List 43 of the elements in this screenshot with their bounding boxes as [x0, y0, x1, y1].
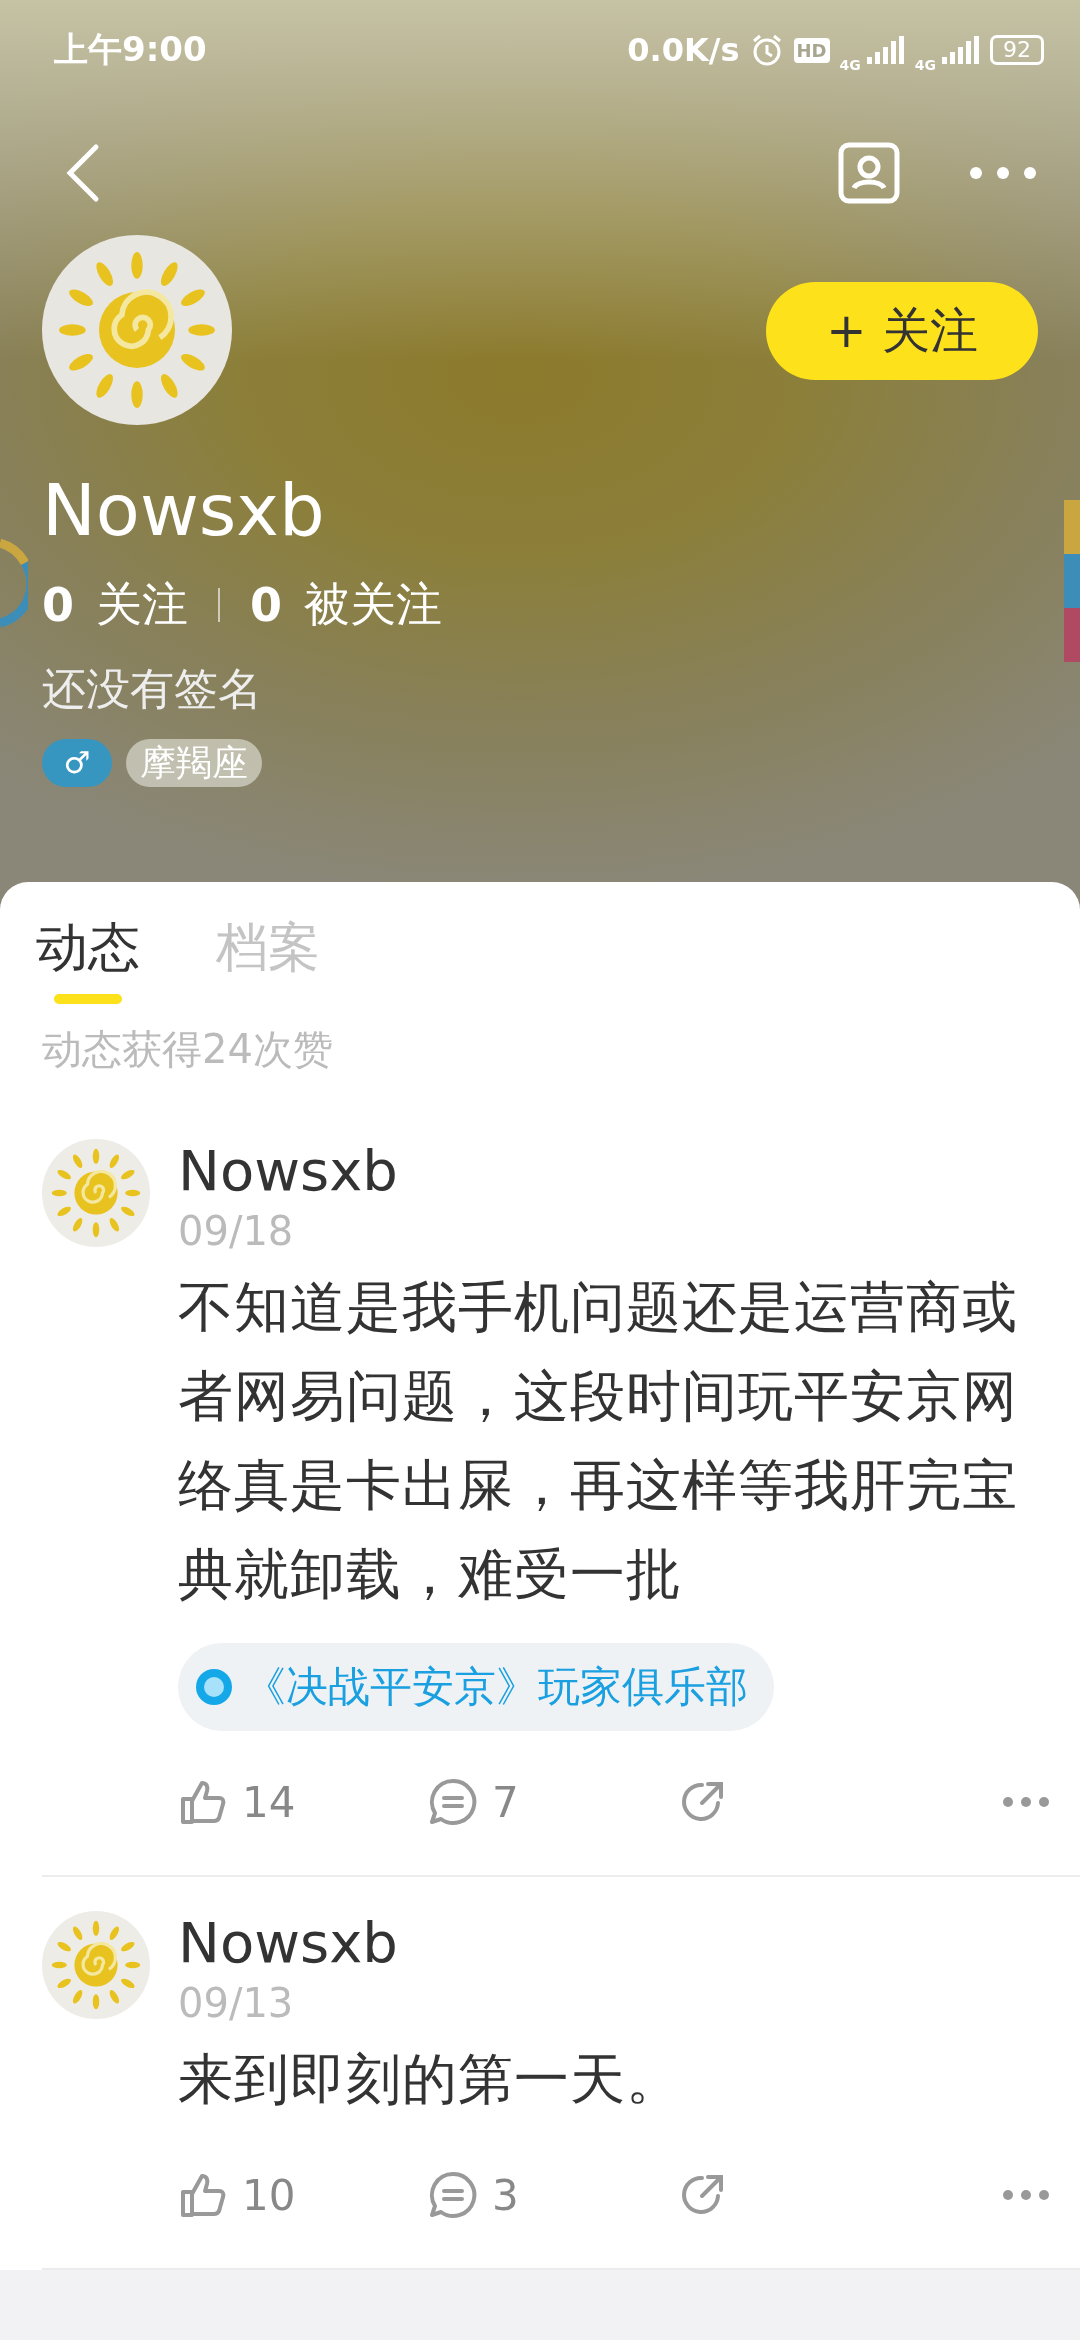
club-name: 《决战平安京》玩家俱乐部 [244, 1661, 748, 1713]
post-text: 来到即刻的第一天。 [178, 2046, 683, 2113]
avatar[interactable] [42, 1911, 150, 2019]
signal-icon [940, 35, 980, 65]
following-label[interactable]: 关注 [96, 574, 188, 636]
post-text: 不知道是我手机问题还是运营商或者网易问题，这段时间玩平安京网络真是卡出屎，再这样等我肝完宝典就卸载，难受一批 [178, 1274, 1019, 1608]
comment-icon[interactable] [428, 1777, 478, 1827]
comment-icon[interactable] [428, 2170, 478, 2220]
network-label: 4G [914, 57, 936, 73]
comment-count: 3 [492, 2170, 519, 2220]
more-icon[interactable] [1002, 1796, 1050, 1808]
status-time: 上午9:00 [54, 28, 207, 71]
more-icon[interactable] [1002, 2189, 1050, 2201]
followers-label[interactable]: 被关注 [304, 574, 443, 636]
avatar[interactable] [42, 235, 232, 425]
gender-tag: ♂ [42, 739, 112, 787]
zodiac-tag: 摩羯座 [126, 739, 262, 787]
hd-badge: HD [793, 37, 830, 63]
likes-summary: 动态获得24次赞 [41, 1025, 334, 1074]
signature: 还没有签名 [42, 662, 263, 716]
profile-name: Nowsxb [42, 467, 326, 554]
more-icon[interactable] [968, 164, 1038, 181]
club-chip[interactable]: 《决战平安京》玩家俱乐部 [178, 1643, 774, 1731]
like-count: 14 [242, 1777, 296, 1827]
following-count[interactable]: 0 [42, 578, 74, 632]
ring-icon [0, 538, 28, 628]
author-name[interactable]: Nowsxb [178, 1139, 1050, 1203]
avatar[interactable] [42, 1139, 150, 1247]
battery-indicator: 92 [990, 35, 1044, 65]
follow-button[interactable]: + 关注 [766, 282, 1038, 380]
tab[interactable]: 动态 [36, 912, 140, 1006]
followers-count[interactable]: 0 [250, 578, 283, 632]
color-strip-icon [1064, 500, 1080, 662]
author-name[interactable]: Nowsxb [178, 1911, 1050, 1975]
comment-count: 7 [492, 1777, 519, 1827]
signal-icon [864, 35, 905, 65]
post-date: 09/18 [178, 1207, 295, 1256]
post-date: 09/13 [178, 1979, 295, 2028]
profile-card-icon[interactable] [838, 141, 900, 204]
like-count: 10 [242, 2170, 296, 2220]
network-label: 4G [839, 57, 861, 73]
network-speed: 0.0K/s [627, 31, 740, 69]
club-icon [194, 1667, 234, 1707]
